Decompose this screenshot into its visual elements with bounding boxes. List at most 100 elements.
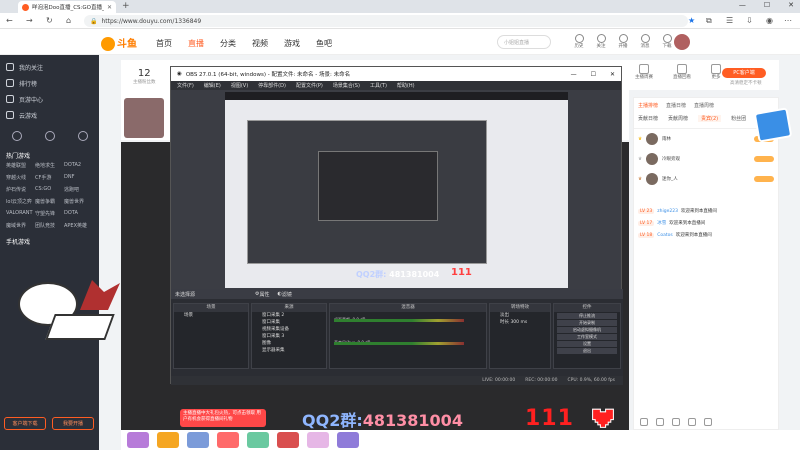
follow-button[interactable]: 关注 — [594, 34, 608, 49]
obs-qq-number: 481381004 — [389, 270, 440, 279]
game-link[interactable]: 魔兽世界 — [64, 198, 93, 205]
tab-contrib-week[interactable]: 贡献周榜 — [668, 115, 688, 122]
more-icon[interactable]: ⋯ — [784, 16, 792, 25]
reload-icon[interactable]: ↻ — [46, 16, 53, 25]
gift-item[interactable] — [307, 432, 329, 448]
sidebar-games-grid: 英雄联盟 绝地求生 DOTA2 穿越火线 CF手游 DNF 炉石传说 CS:GO… — [0, 160, 99, 231]
gift-icon[interactable] — [704, 418, 712, 426]
tab-vip[interactable]: 贵宾(2) — [698, 115, 722, 122]
gift-item[interactable] — [247, 432, 269, 448]
game-link[interactable]: CS:GO — [35, 186, 64, 193]
extension-icon[interactable]: ⧉ — [706, 16, 712, 26]
game-link[interactable]: 魔域世界 — [6, 222, 35, 229]
emoji-icon[interactable] — [640, 418, 648, 426]
gift-item[interactable] — [127, 432, 149, 448]
gift-item[interactable] — [337, 432, 359, 448]
downloads-icon[interactable]: ⇩ — [746, 16, 753, 25]
obs-preview-screen — [225, 100, 568, 288]
collections-icon[interactable]: ☰ — [726, 16, 733, 25]
menu-games[interactable]: 游戏 — [284, 38, 300, 49]
sidebar-item-cloudgame[interactable]: 云游戏 — [0, 107, 99, 123]
messages-button[interactable]: 消息 — [638, 34, 652, 49]
avatar — [646, 153, 659, 165]
chat-user[interactable]: zhige223 — [657, 209, 678, 214]
maximize-icon[interactable]: ☐ — [764, 1, 770, 9]
profile-icon[interactable]: ◉ — [766, 16, 773, 25]
bell-icon — [640, 34, 650, 43]
competition-icon[interactable] — [11, 131, 22, 141]
rank-row[interactable]: ♛ 冷眼旁观 — [634, 149, 778, 169]
lock-icon[interactable] — [688, 418, 696, 426]
search-input[interactable]: 小姐姐直播 — [497, 35, 551, 49]
color-icon[interactable] — [672, 418, 680, 426]
transition-type: 淡出 — [500, 313, 509, 318]
start-broadcast-button[interactable]: 我要开播 — [52, 417, 94, 430]
game-link[interactable]: VALORANT — [6, 210, 35, 217]
tab-daily-rank[interactable]: 直播日榜 — [666, 102, 686, 109]
menu-live[interactable]: 直播 — [188, 38, 204, 49]
gift-item[interactable] — [157, 432, 179, 448]
sidebar-item-webgame[interactable]: 页游中心 — [0, 91, 99, 107]
home-icon[interactable]: ⌂ — [66, 16, 71, 25]
gift-item[interactable] — [217, 432, 239, 448]
url-field[interactable]: 🔒 https://www.douyu.com/1336849 — [84, 15, 688, 27]
game-link[interactable]: 英雄联盟 — [6, 162, 35, 169]
more-button[interactable]: 更多 — [711, 64, 721, 86]
anchor-icon[interactable] — [77, 131, 88, 141]
sidebar-item-rank[interactable]: 排行榜 — [0, 75, 99, 91]
weekly-match-button[interactable]: 主播周赛 — [635, 64, 653, 86]
obs-docks: 未选择源 ⚙ 属性 ◐ 滤镜 场景 场景 来源 窗口采集 2 窗口采集 视频采集… — [171, 289, 623, 385]
game-link[interactable]: DOTA — [64, 210, 93, 217]
menu-yuba[interactable]: 鱼吧 — [316, 38, 332, 49]
anchor-avatar[interactable] — [124, 98, 164, 138]
game-link[interactable]: DOTA2 — [64, 162, 93, 169]
qq-group-overlay: QQ2群:481381004 — [302, 407, 463, 431]
history-button[interactable]: 历史 — [572, 34, 586, 49]
replay-button[interactable]: 直播回看 — [673, 64, 691, 86]
game-link[interactable]: lol云顶之弈 — [6, 198, 35, 205]
menu-video[interactable]: 视频 — [252, 38, 268, 49]
game-link[interactable]: 团队竞技 — [35, 222, 64, 229]
pc-client-button[interactable]: PC客户端 — [722, 68, 766, 78]
game-link[interactable]: CF手游 — [35, 174, 64, 181]
download-button[interactable]: 下载 — [660, 34, 674, 49]
site-header: 斗鱼 首页 直播 分类 视频 游戏 鱼吧 小姐姐直播 历史 关注 开播 消息 下… — [0, 29, 800, 55]
gift-banner[interactable]: 主播直播中大礼包火热，可点击领取 用户有机会获得直播间礼物 — [180, 409, 266, 427]
game-link[interactable]: APEX英雄 — [64, 222, 93, 229]
close-tab-icon[interactable]: ✕ — [107, 4, 112, 11]
close-window-icon[interactable]: ✕ — [788, 1, 794, 9]
gift-item[interactable] — [277, 432, 299, 448]
download-client-button[interactable]: 客户端下载 — [4, 417, 46, 430]
chat-user[interactable]: Coatos — [657, 233, 673, 238]
browser-tab[interactable]: 咩泡泡Doo直播_CS:GO直播_从0... ✕ — [18, 1, 116, 13]
minimize-icon[interactable]: — — [739, 1, 746, 9]
back-icon[interactable]: ← — [6, 16, 13, 25]
game-link[interactable]: DNF — [64, 174, 93, 181]
tab-anchor-rank[interactable]: 主播排榜 — [638, 102, 658, 109]
gift-item[interactable] — [187, 432, 209, 448]
chat-user[interactable]: 冰雪 — [657, 220, 666, 226]
start-live-button[interactable]: 开播 — [616, 34, 630, 49]
tab-contrib-day[interactable]: 贡献日榜 — [638, 115, 658, 122]
game-link[interactable]: 逃跑吧 — [64, 186, 93, 193]
menu-home[interactable]: 首页 — [156, 38, 172, 49]
user-avatar[interactable] — [674, 34, 690, 50]
fans-badge-icon[interactable] — [656, 418, 664, 426]
tab-fans[interactable]: 粉丝团 — [731, 115, 746, 122]
level-badge: LV 23 — [638, 208, 655, 214]
menu-category[interactable]: 分类 — [220, 38, 236, 49]
game-link[interactable]: 魔兽争霸 — [35, 198, 64, 205]
shield-icon[interactable] — [44, 131, 55, 141]
tab-weekly-rank[interactable]: 直播周榜 — [694, 102, 714, 109]
rank-row[interactable]: ♛ 迷你_人 — [634, 169, 778, 189]
bookmark-star-icon[interactable]: ★ — [688, 16, 695, 25]
game-link[interactable]: 绝地求生 — [35, 162, 64, 169]
game-link[interactable]: 守望先锋 — [35, 210, 64, 217]
new-tab-button[interactable]: + — [122, 1, 130, 11]
sidebar-item-follow[interactable]: 我的关注 — [0, 59, 99, 75]
forward-icon[interactable]: → — [26, 16, 33, 25]
site-logo[interactable]: 斗鱼 — [101, 35, 137, 51]
game-link[interactable]: 穿越火线 — [6, 174, 35, 181]
game-link[interactable]: 炉石传说 — [6, 186, 35, 193]
virtual-camera-button: 启动虚拟摄像机 — [557, 327, 617, 333]
